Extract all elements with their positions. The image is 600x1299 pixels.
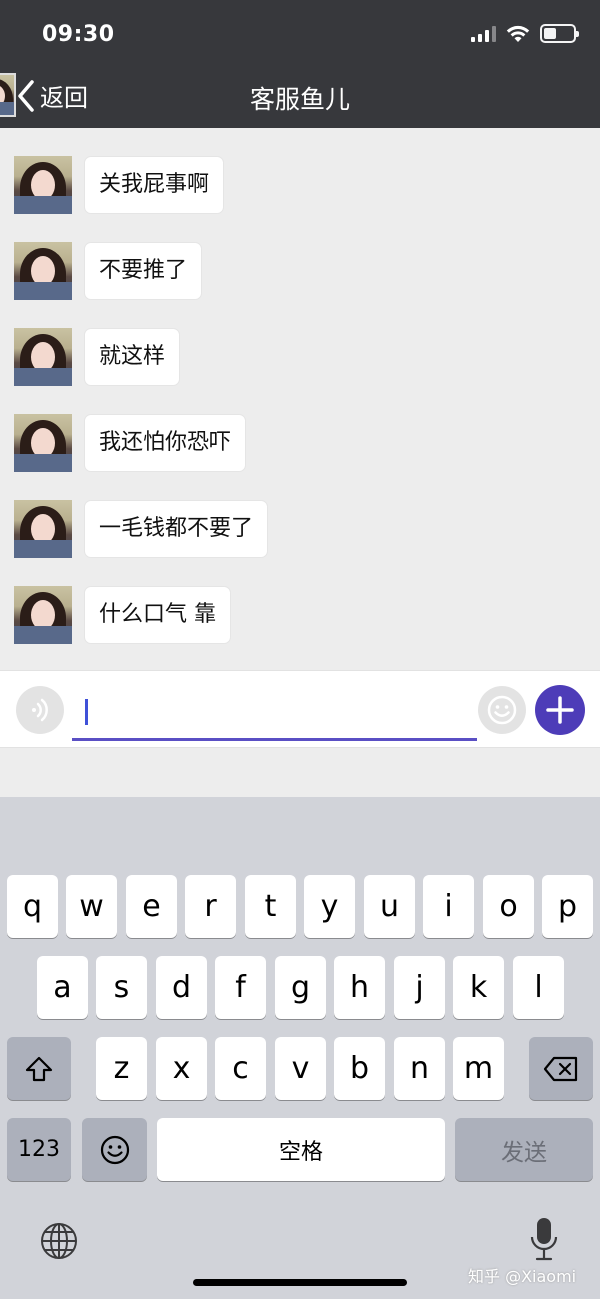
send-key[interactable]: 发送	[455, 1118, 593, 1181]
smiley-icon	[487, 695, 517, 725]
key-a[interactable]: a	[37, 956, 88, 1019]
key-g[interactable]: g	[275, 956, 326, 1019]
smiley-icon	[100, 1135, 129, 1164]
key-o[interactable]: o	[483, 875, 534, 938]
message-row: 就这样	[14, 328, 180, 386]
key-i[interactable]: i	[423, 875, 474, 938]
chat-title: 客服鱼儿	[249, 85, 350, 114]
key-d[interactable]: d	[156, 956, 207, 1019]
battery-icon	[540, 24, 579, 43]
key-p[interactable]: p	[542, 875, 593, 938]
plus-icon	[546, 696, 574, 724]
key-z[interactable]: z	[96, 1037, 147, 1100]
shift-key[interactable]	[7, 1037, 71, 1100]
emoji-button[interactable]	[478, 686, 526, 734]
sender-avatar[interactable]	[14, 586, 72, 644]
key-k[interactable]: k	[453, 956, 504, 1019]
key-b[interactable]: b	[334, 1037, 385, 1100]
message-bubble[interactable]: 不要推了	[85, 243, 202, 299]
key-j[interactable]: j	[394, 956, 445, 1019]
key-v[interactable]: v	[275, 1037, 326, 1100]
sender-avatar[interactable]	[14, 500, 72, 558]
status-time: 09:30	[42, 22, 115, 47]
status-icons	[471, 24, 579, 43]
key-m[interactable]: m	[453, 1037, 504, 1100]
message-row: 什么口气 靠	[14, 586, 230, 644]
key-e[interactable]: e	[126, 875, 177, 938]
wifi-icon	[506, 25, 530, 42]
home-indicator[interactable]	[193, 1279, 407, 1286]
message-bubble[interactable]: 就这样	[85, 329, 180, 385]
key-x[interactable]: x	[156, 1037, 207, 1100]
backspace-icon	[543, 1056, 578, 1081]
key-y[interactable]: y	[304, 875, 355, 938]
signal-icon	[471, 25, 496, 42]
space-key[interactable]: 空格	[157, 1118, 445, 1181]
numbers-key[interactable]: 123	[7, 1118, 71, 1181]
message-bubble[interactable]: 一毛钱都不要了	[85, 501, 268, 557]
sender-avatar[interactable]	[14, 156, 72, 214]
emoji-key[interactable]	[82, 1118, 147, 1181]
text-caret	[85, 699, 88, 725]
key-h[interactable]: h	[334, 956, 385, 1019]
sender-avatar[interactable]	[14, 328, 72, 386]
sender-avatar[interactable]	[14, 414, 72, 472]
sender-avatar[interactable]	[14, 242, 72, 300]
message-input[interactable]	[72, 683, 477, 741]
profile-avatar[interactable]	[0, 73, 16, 117]
top-bar: 09:30 返回 客服鱼儿	[0, 0, 600, 128]
key-r[interactable]: r	[185, 875, 236, 938]
message-row: 关我屁事啊	[14, 156, 224, 214]
key-u[interactable]: u	[364, 875, 415, 938]
keyboard: q w e r t y u i o p a s d f g h j k l z …	[0, 797, 600, 1299]
key-l[interactable]: l	[513, 956, 564, 1019]
key-n[interactable]: n	[394, 1037, 445, 1100]
message-bubble[interactable]: 我还怕你恐吓	[85, 415, 246, 471]
shift-icon	[25, 1056, 53, 1081]
message-row: 一毛钱都不要了	[14, 500, 268, 558]
key-c[interactable]: c	[215, 1037, 266, 1100]
more-button[interactable]	[535, 685, 585, 735]
message-row: 不要推了	[14, 242, 202, 300]
globe-icon[interactable]	[39, 1221, 79, 1261]
watermark: 知乎 @Xiaomi	[468, 1267, 577, 1286]
message-row: 我还怕你恐吓	[14, 414, 246, 472]
message-bubble[interactable]: 什么口气 靠	[85, 587, 230, 643]
key-w[interactable]: w	[66, 875, 117, 938]
key-s[interactable]: s	[96, 956, 147, 1019]
voice-icon	[32, 698, 48, 722]
delete-key[interactable]	[529, 1037, 593, 1100]
microphone-icon[interactable]	[528, 1216, 560, 1262]
key-f[interactable]: f	[215, 956, 266, 1019]
message-bubble[interactable]: 关我屁事啊	[85, 157, 224, 213]
voice-button[interactable]	[16, 686, 64, 734]
key-t[interactable]: t	[245, 875, 296, 938]
key-q[interactable]: q	[7, 875, 58, 938]
message-input-bar	[0, 670, 600, 748]
